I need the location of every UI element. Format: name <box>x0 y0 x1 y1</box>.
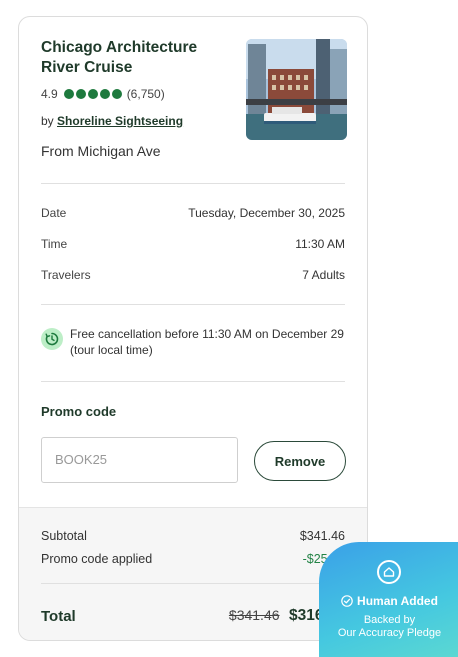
rating-bubble-icon <box>111 89 122 99</box>
booking-summary-card: Chicago Architecture River Cruise 4.9 (6… <box>18 16 368 641</box>
subtotal-value: $341.46 <box>299 529 345 543</box>
promo-code-input[interactable]: BOOK25 <box>41 437 238 483</box>
rating-row: 4.9 (6,750) <box>41 87 165 101</box>
badge-sub-line-2: Our Accuracy Pledge <box>337 627 442 639</box>
cancellation-text: Free cancellation before 11:30 AM on Dec… <box>70 327 344 357</box>
rating-bubble-icon <box>63 89 74 99</box>
subtotal-label: Subtotal <box>41 529 87 543</box>
detail-row-travelers: Travelers 7 Adults <box>41 268 345 282</box>
home-pledge-icon <box>377 560 401 584</box>
operator-row: by Shoreline Sightseeing <box>41 114 183 128</box>
cancellation-clock-icon <box>41 328 63 350</box>
section-divider <box>41 304 345 305</box>
rating-bubble-icon <box>87 89 98 99</box>
total-label: Total <box>41 607 76 625</box>
detail-value: 7 Adults <box>302 268 345 282</box>
rating-bubble-icon <box>99 89 110 99</box>
badge-main-row: Human Added <box>319 594 458 608</box>
detail-label: Travelers <box>41 268 91 282</box>
detail-value: Tuesday, December 30, 2025 <box>188 206 345 220</box>
tour-title[interactable]: Chicago Architecture River Cruise <box>41 38 221 78</box>
tour-photo-image <box>246 39 347 140</box>
tour-thumbnail[interactable] <box>246 39 347 140</box>
promo-code-title: Promo code <box>41 404 117 419</box>
human-added-badge[interactable]: Human Added Backed by Our Accuracy Pledg… <box>319 542 458 657</box>
rating-bubble-icon <box>75 89 86 99</box>
detail-label: Time <box>41 237 68 251</box>
review-count[interactable]: (6,750) <box>127 87 165 101</box>
promo-applied-label: Promo code applied <box>41 552 153 566</box>
section-divider <box>41 381 345 382</box>
badge-main-text: Human Added <box>357 594 438 608</box>
detail-row-date: Date Tuesday, December 30, 2025 <box>41 206 345 220</box>
original-total-price: $341.46 <box>228 607 280 623</box>
subtotal-row: Subtotal $341.46 <box>41 529 345 543</box>
section-divider <box>41 183 345 184</box>
detail-row-time: Time 11:30 AM <box>41 237 345 251</box>
section-divider <box>41 583 345 584</box>
badge-subtitle: Backed by Our Accuracy Pledge <box>319 614 458 640</box>
detail-value: 11:30 AM <box>295 237 345 251</box>
total-row: Total $341.46 $316.46 <box>41 607 345 625</box>
promo-applied-row: Promo code applied -$25.00 <box>41 552 345 566</box>
remove-promo-button[interactable]: Remove <box>254 441 346 481</box>
rating-value: 4.9 <box>41 87 58 101</box>
operator-link[interactable]: Shoreline Sightseeing <box>57 114 183 128</box>
free-cancellation-notice: Free cancellation before 11:30 AM on Dec… <box>41 326 345 358</box>
rating-bubbles <box>63 89 122 99</box>
by-prefix: by <box>41 114 54 128</box>
departure-location: From Michigan Ave <box>41 143 161 159</box>
checkmark-circle-icon <box>341 595 353 607</box>
detail-label: Date <box>41 206 67 220</box>
badge-sub-line-1: Backed by <box>363 614 416 626</box>
